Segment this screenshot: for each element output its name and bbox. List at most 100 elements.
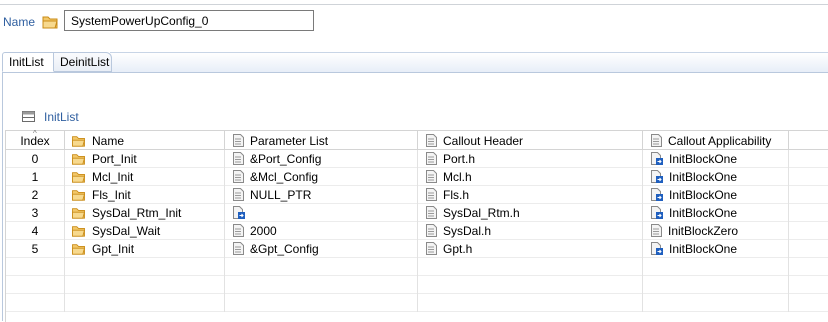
folder-icon [72, 172, 86, 183]
row-applicability-cell[interactable]: InitBlockOne [643, 186, 789, 204]
empty-row [6, 276, 828, 294]
row-index: 3 [6, 204, 65, 222]
row-index: 2 [6, 186, 65, 204]
empty-cell [6, 276, 65, 294]
table-row[interactable]: 4 SysDal_Wait 2000 SysDal.h InitBlockZer… [6, 222, 828, 240]
column-header-filler [789, 131, 828, 150]
empty-cell [418, 258, 643, 276]
row-param-cell[interactable]: &Port_Config [225, 150, 418, 168]
folder-icon [42, 16, 58, 29]
row-header-cell[interactable]: Port.h [418, 150, 643, 168]
row-param-cell[interactable]: &Gpt_Config [225, 240, 418, 258]
table-row[interactable]: 0 Port_Init &Port_Config Port.h InitBloc… [6, 150, 828, 168]
column-header-name[interactable]: Name [65, 131, 225, 150]
folder-icon [72, 208, 86, 219]
empty-cell [643, 294, 789, 312]
row-param-cell[interactable]: NULL_PTR [225, 186, 418, 204]
empty-cell [65, 294, 225, 312]
row-index: 4 [6, 222, 65, 240]
table-row[interactable]: 3 SysDal_Rtm_Init SysDal_Rtm.h InitBlock… [6, 204, 828, 222]
file-icon [426, 134, 437, 147]
file-icon [426, 170, 437, 183]
init-list-table[interactable]: ^ Index Name Parameter List Callout Head… [5, 129, 828, 322]
empty-cell [225, 258, 418, 276]
row-index: 1 [6, 168, 65, 186]
row-applicability-cell[interactable]: InitBlockOne [643, 150, 789, 168]
row-name-cell[interactable]: SysDal_Rtm_Init [65, 204, 225, 222]
row-header-cell[interactable]: Fls.h [418, 186, 643, 204]
file-icon [233, 224, 244, 237]
row-name-cell[interactable]: Gpt_Init [65, 240, 225, 258]
row-header-cell[interactable]: SysDal_Rtm.h [418, 204, 643, 222]
file-icon [426, 206, 437, 219]
row-name-cell[interactable]: Port_Init [65, 150, 225, 168]
section-title: InitList [44, 110, 79, 124]
tabbar [2, 52, 828, 73]
table-row[interactable]: 2 Fls_Init NULL_PTR Fls.h InitBlockOne [6, 186, 828, 204]
empty-cell [225, 276, 418, 294]
file-icon [233, 134, 244, 147]
empty-cell [225, 294, 418, 312]
row-filler [789, 186, 828, 204]
file-icon [426, 224, 437, 237]
file-icon [651, 134, 662, 147]
row-param-cell[interactable]: &Mcl_Config [225, 168, 418, 186]
ref-file-icon [651, 242, 663, 255]
empty-cell [418, 294, 643, 312]
row-name-cell[interactable]: Fls_Init [65, 186, 225, 204]
row-index: 0 [6, 150, 65, 168]
table-row[interactable]: 1 Mcl_Init &Mcl_Config Mcl.h InitBlockOn… [6, 168, 828, 186]
row-filler [789, 204, 828, 222]
empty-cell [789, 258, 828, 276]
row-name-cell[interactable]: SysDal_Wait [65, 222, 225, 240]
folder-icon [72, 154, 86, 165]
empty-cell [418, 276, 643, 294]
folder-icon [72, 136, 86, 147]
empty-cell [643, 258, 789, 276]
row-applicability-cell[interactable]: InitBlockZero [643, 222, 789, 240]
row-param-cell[interactable] [225, 204, 418, 222]
row-applicability-cell[interactable]: InitBlockOne [643, 240, 789, 258]
folder-icon [72, 244, 86, 255]
file-icon [426, 152, 437, 165]
ref-file-icon [651, 170, 663, 183]
file-icon [233, 152, 244, 165]
window-top-border [0, 0, 828, 5]
name-field[interactable] [64, 10, 314, 31]
column-header-parameter-list[interactable]: Parameter List [225, 131, 418, 150]
row-param-cell[interactable]: 2000 [225, 222, 418, 240]
name-label: Name [3, 15, 36, 29]
empty-row [6, 258, 828, 276]
tab-deinitlist[interactable]: DeinitList [54, 52, 112, 72]
row-applicability-cell[interactable]: InitBlockOne [643, 168, 789, 186]
ref-file-icon [651, 206, 663, 219]
empty-cell [643, 276, 789, 294]
file-icon [651, 224, 662, 237]
row-name-cell[interactable]: Mcl_Init [65, 168, 225, 186]
row-applicability-cell[interactable]: InitBlockOne [643, 204, 789, 222]
table-row[interactable]: 5 Gpt_Init &Gpt_Config Gpt.h InitBlockOn… [6, 240, 828, 258]
column-header-index[interactable]: ^ Index [6, 129, 65, 150]
empty-row [6, 294, 828, 312]
ref-file-icon [233, 206, 245, 219]
row-filler [789, 240, 828, 258]
row-header-cell[interactable]: Mcl.h [418, 168, 643, 186]
row-filler [789, 222, 828, 240]
folder-icon [72, 190, 86, 201]
column-header-callout-header[interactable]: Callout Header [418, 131, 643, 150]
file-icon [426, 242, 437, 255]
ref-file-icon [651, 152, 663, 165]
empty-cell [65, 276, 225, 294]
file-icon [233, 188, 244, 201]
row-filler [789, 150, 828, 168]
row-header-cell[interactable]: Gpt.h [418, 240, 643, 258]
row-filler [789, 168, 828, 186]
empty-cell [6, 258, 65, 276]
empty-cell [789, 276, 828, 294]
file-icon [426, 188, 437, 201]
row-header-cell[interactable]: SysDal.h [418, 222, 643, 240]
tab-initlist[interactable]: InitList [2, 52, 54, 72]
column-header-callout-applicability[interactable]: Callout Applicability [643, 131, 789, 150]
empty-cell [65, 258, 225, 276]
empty-cell [6, 294, 65, 312]
